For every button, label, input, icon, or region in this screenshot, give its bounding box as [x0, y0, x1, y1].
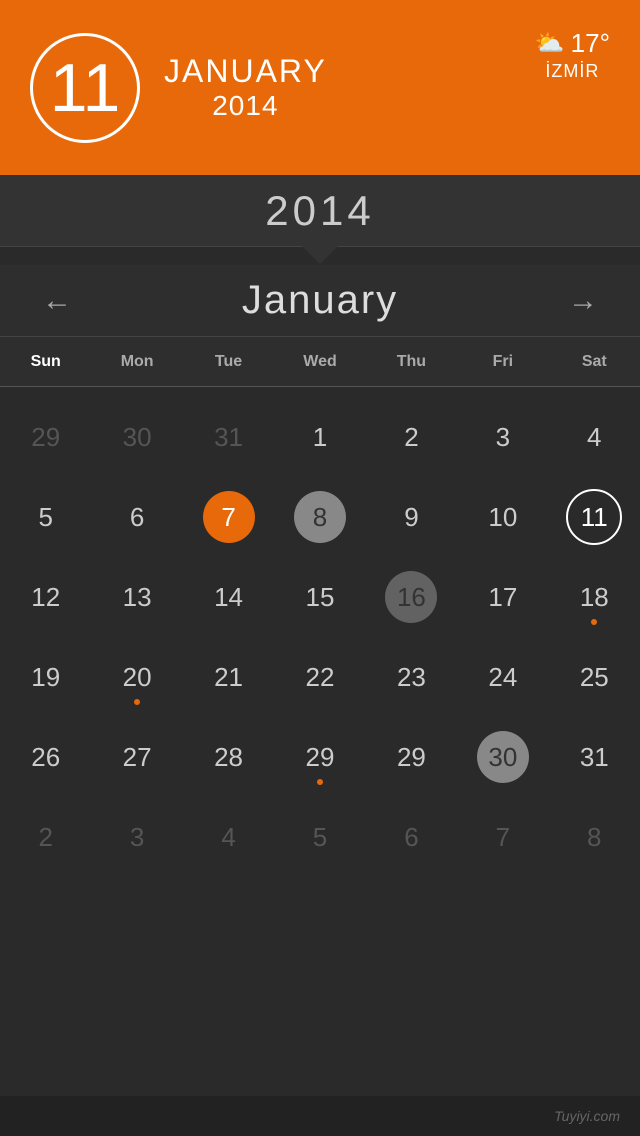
calendar-day[interactable]: 18 [549, 557, 640, 637]
day-header-tue: Tue [183, 353, 274, 371]
calendar-day[interactable]: 29 [0, 397, 91, 477]
calendar-day[interactable]: 29 [274, 717, 365, 797]
calendar-day[interactable]: 3 [91, 797, 182, 877]
calendar-day[interactable]: 21 [183, 637, 274, 717]
calendar-day[interactable]: 31 [183, 397, 274, 477]
calendar-day[interactable]: 9 [366, 477, 457, 557]
next-month-button[interactable]: → [556, 276, 610, 326]
calendar-day[interactable]: 14 [183, 557, 274, 637]
calendar-day[interactable]: 3 [457, 397, 548, 477]
calendar-day[interactable]: 13 [91, 557, 182, 637]
day-header-sun: Sun [0, 353, 91, 371]
app-header: 11 JANUARY 2014 ⛅ 17° İZMİR [0, 0, 640, 175]
calendar-day[interactable]: 7 [457, 797, 548, 877]
calendar-day[interactable]: 2 [366, 397, 457, 477]
calendar-day[interactable]: 2 [0, 797, 91, 877]
calendar-day[interactable]: 23 [366, 637, 457, 717]
day-header-sat: Sat [549, 353, 640, 371]
calendar-day[interactable]: 12 [0, 557, 91, 637]
day-header-thu: Thu [366, 353, 457, 371]
calendar-day[interactable]: 4 [549, 397, 640, 477]
calendar-day[interactable]: 24 [457, 637, 548, 717]
calendar-day[interactable]: 26 [0, 717, 91, 797]
calendar-day[interactable]: 6 [91, 477, 182, 557]
calendar-day[interactable]: 11 [549, 477, 640, 557]
year-text: 2014 [265, 187, 374, 235]
calendar-day[interactable]: 28 [183, 717, 274, 797]
date-circle: 11 [30, 33, 140, 143]
calendar-day[interactable]: 10 [457, 477, 548, 557]
calendar-day[interactable]: 25 [549, 637, 640, 717]
calendar-grid: 2930311234567891011121314151617181920212… [0, 387, 640, 887]
footer-brand: Tuyiyi.com [554, 1108, 620, 1124]
day-headers: SunMonTueWedThuFriSat [0, 337, 640, 387]
calendar-day[interactable]: 30 [91, 397, 182, 477]
calendar-day[interactable]: 16 [366, 557, 457, 637]
footer: Tuyiyi.com [0, 1096, 640, 1136]
month-year: JANUARY 2014 [164, 53, 327, 122]
prev-month-button[interactable]: ← [30, 276, 84, 326]
calendar-day[interactable]: 30 [457, 717, 548, 797]
calendar-day[interactable]: 29 [366, 717, 457, 797]
year-label-header: 2014 [212, 90, 278, 122]
calendar-day[interactable]: 20 [91, 637, 182, 717]
calendar-day[interactable]: 8 [274, 477, 365, 557]
city-label: İZMİR [545, 61, 599, 82]
month-label: JANUARY [164, 53, 327, 90]
calendar-day[interactable]: 6 [366, 797, 457, 877]
calendar-day[interactable]: 27 [91, 717, 182, 797]
calendar-day[interactable]: 31 [549, 717, 640, 797]
weather-top: ⛅ 17° [535, 28, 610, 59]
calendar-day[interactable]: 15 [274, 557, 365, 637]
calendar-day[interactable]: 1 [274, 397, 365, 477]
calendar-day[interactable]: 5 [0, 477, 91, 557]
weather-icon: ⛅ [535, 29, 565, 58]
month-name: January [242, 278, 398, 323]
month-navigation: ← January → [0, 265, 640, 337]
temperature-label: 17° [571, 28, 610, 59]
year-band: 2014 [0, 175, 640, 247]
calendar-day[interactable]: 5 [274, 797, 365, 877]
calendar-day[interactable]: 19 [0, 637, 91, 717]
calendar-day[interactable]: 22 [274, 637, 365, 717]
weather-widget: ⛅ 17° İZMİR [535, 28, 610, 82]
calendar-day[interactable]: 7 [183, 477, 274, 557]
day-header-wed: Wed [274, 353, 365, 371]
day-header-mon: Mon [91, 353, 182, 371]
calendar-day[interactable]: 4 [183, 797, 274, 877]
calendar-day[interactable]: 17 [457, 557, 548, 637]
day-header-fri: Fri [457, 353, 548, 371]
date-number: 11 [50, 54, 121, 122]
calendar-day[interactable]: 8 [549, 797, 640, 877]
